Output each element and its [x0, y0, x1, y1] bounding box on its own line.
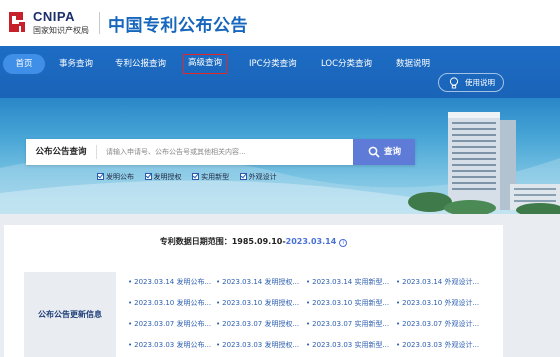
patent-type-filters: 发明公布 发明授权 实用新型 外观设计	[97, 172, 285, 184]
search-bar: 公布公告查询 查询	[26, 139, 415, 165]
nav-ipc-query[interactable]: IPC分类查询	[249, 54, 297, 74]
search-icon	[368, 146, 380, 158]
cnipa-logo[interactable]: CNIPA 国家知识产权局	[5, 9, 105, 37]
checkbox-icon[interactable]	[97, 173, 104, 180]
update-link[interactable]: 2023.03.14 发明授权...	[216, 277, 299, 287]
header: CNIPA 国家知识产权局 中国专利公布公告	[0, 0, 560, 46]
update-link[interactable]: 2023.03.14 外观设计...	[396, 277, 479, 287]
filter-utility-model[interactable]: 实用新型	[192, 172, 229, 182]
checkbox-icon[interactable]	[192, 173, 200, 180]
update-link[interactable]: 2023.03.10 外观设计...	[396, 298, 479, 308]
checkbox-icon[interactable]	[239, 173, 247, 180]
update-link[interactable]: 2023.03.10 实用新型...	[306, 298, 389, 308]
update-link[interactable]: 2023.03.03 发明公布...	[128, 340, 211, 350]
update-info-box: 公布公告更新信息	[24, 272, 116, 357]
search-divider	[96, 145, 97, 159]
logo-divider	[99, 12, 100, 34]
checkbox-icon[interactable]	[144, 173, 152, 180]
nav-advanced-query[interactable]: 高级查询	[183, 54, 228, 74]
update-link[interactable]: 2023.03.10 发明公布...	[128, 298, 211, 308]
cnipa-emblem-icon	[9, 12, 25, 32]
nav-transaction-query[interactable]: 事务查询	[59, 54, 93, 74]
search-button-label: 查询	[384, 147, 402, 157]
nav-gazette-query[interactable]: 专利公报查询	[115, 54, 166, 74]
info-icon[interactable]: i	[339, 239, 348, 247]
update-link[interactable]: 2023.03.07 外观设计...	[396, 319, 479, 329]
update-link[interactable]: 2023.03.14 实用新型...	[306, 277, 389, 287]
update-link[interactable]: 2023.03.07 发明授权...	[216, 319, 299, 329]
update-link[interactable]: 2023.03.03 实用新型...	[306, 340, 389, 350]
filter-invention-grant[interactable]: 发明授权	[144, 172, 182, 182]
site-title: 中国专利公布公告	[108, 16, 248, 36]
update-link[interactable]: 2023.03.03 发明授权...	[216, 340, 299, 350]
nav-data-info[interactable]: 数据说明	[396, 54, 430, 74]
help-label: 使用说明	[465, 78, 495, 87]
nav-loc-query[interactable]: LOC分类查询	[321, 54, 372, 74]
nav-home[interactable]: 首页	[3, 54, 45, 74]
update-link[interactable]: 2023.03.07 实用新型...	[306, 319, 389, 329]
search-button[interactable]: 查询	[353, 139, 415, 165]
logo-en: CNIPA	[33, 9, 75, 24]
update-link[interactable]: 2023.03.03 外观设计...	[396, 340, 479, 350]
filter-invention-publication[interactable]: 发明公布	[97, 172, 134, 182]
search-label: 公布公告查询	[35, 147, 87, 157]
data-date-range: 专利数据日期范围：1985.09.10-2023.03.14 i	[4, 236, 503, 247]
help-button[interactable]: 使用说明	[438, 73, 504, 92]
update-link[interactable]: 2023.03.10 发明授权...	[216, 298, 299, 308]
search-input[interactable]	[106, 145, 346, 159]
update-link[interactable]: 2023.03.07 发明公布...	[128, 319, 211, 329]
filter-design[interactable]: 外观设计	[239, 172, 277, 182]
lightbulb-icon	[449, 77, 459, 89]
logo-cn: 国家知识产权局	[33, 26, 89, 35]
update-info-label: 公布公告更新信息	[38, 310, 102, 319]
update-link[interactable]: 2023.03.14 发明公布...	[128, 277, 211, 287]
content-panel: 专利数据日期范围：1985.09.10-2023.03.14 i 公布公告更新信息…	[4, 225, 503, 357]
